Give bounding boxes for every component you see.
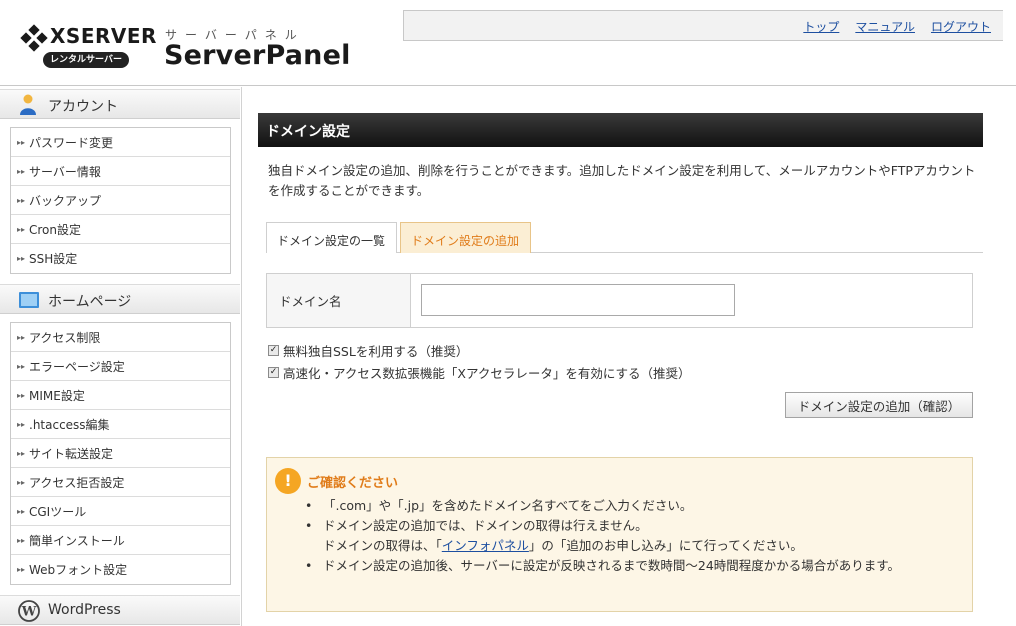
sidebar-item-ssh[interactable]: ▸▸ SSH設定 [11, 244, 230, 273]
tab-domain-list[interactable]: ドメイン設定の一覧 [266, 222, 397, 253]
xserver-diamond-icon [20, 24, 48, 52]
notice-item: ドメイン設定の追加後、サーバーに設定が反映されるまで数時間〜24時間程度かかる場… [303, 556, 963, 576]
sidebar-list-account: ▸▸ パスワード変更 ▸▸ サーバー情報 ▸▸ バックアップ ▸▸ Cron設定 ▸▸ S… [10, 127, 231, 274]
sidebar-list-homepage: ▸▸ アクセス制限 ▸▸ エラーページ設定 ▸▸ MIME設定 ▸▸ .htaccess… [10, 322, 231, 585]
ssl-checkbox[interactable]: ✓ [268, 345, 279, 356]
sidebar-item-access-limit[interactable]: ▸▸ アクセス制限 [11, 323, 230, 352]
sidebar-item-easy-install[interactable]: ▸▸ 簡単インストール [11, 526, 230, 555]
xserver-logo[interactable]: XSERVER レンタルサーバー [20, 24, 156, 70]
notice-title: ご確認ください [307, 475, 399, 491]
sidebar-section-account[interactable]: アカウント [0, 89, 240, 119]
arrow-icon: ▸▸ [17, 535, 26, 545]
notice-box: ! ご確認ください 「.com」や「.jp」を含めたドメイン名すべてをご入力くだ… [266, 457, 973, 612]
top-link-logout[interactable]: ログアウト [931, 18, 991, 35]
sidebar-item-webfont[interactable]: ▸▸ Webフォント設定 [11, 555, 230, 584]
arrow-icon: ▸▸ [17, 419, 26, 429]
header: XSERVER レンタルサーバー サーバーパネル ServerPanel トップ… [0, 0, 1016, 86]
domain-name-input[interactable] [421, 284, 735, 316]
serverpanel-title: ServerPanel [164, 40, 351, 71]
sidebar-section-homepage[interactable]: ホームページ [0, 284, 240, 314]
tab-domain-add[interactable]: ドメイン設定の追加 [400, 222, 531, 253]
xaccelerator-checkbox-row[interactable]: ✓ 高速化・アクセス数拡張機能「Xアクセラレータ」を有効にする（推奨） [268, 363, 690, 382]
xaccelerator-checkbox-label: 高速化・アクセス数拡張機能「Xアクセラレータ」を有効にする（推奨） [283, 366, 691, 381]
arrow-icon: ▸▸ [17, 332, 26, 342]
sidebar-item-cron[interactable]: ▸▸ Cron設定 [11, 215, 230, 244]
tab-bar: ドメイン設定の一覧 ドメイン設定の追加 [266, 222, 983, 253]
top-link-top[interactable]: トップ [803, 18, 839, 35]
page-description: 独自ドメイン設定の追加、削除を行うことができます。追加したドメイン設定を利用して… [268, 163, 976, 198]
sidebar-item-mime[interactable]: ▸▸ MIME設定 [11, 381, 230, 410]
arrow-icon: ▸▸ [17, 361, 26, 371]
domain-form: ドメイン名 [266, 273, 973, 328]
sidebar-item-server-info[interactable]: ▸▸ サーバー情報 [11, 157, 230, 186]
arrow-icon: ▸▸ [17, 195, 26, 205]
top-links: トップ マニュアル ログアウト [803, 18, 991, 35]
sidebar-item-htaccess[interactable]: ▸▸ .htaccess編集 [11, 410, 230, 439]
notice-item: 「.com」や「.jp」を含めたドメイン名すべてをご入力ください。 [303, 496, 963, 516]
add-domain-confirm-button[interactable]: ドメイン設定の追加（確認） [785, 392, 973, 418]
sidebar-section-wordpress[interactable]: W WordPress [0, 595, 240, 625]
sidebar-item-cgi[interactable]: ▸▸ CGIツール [11, 497, 230, 526]
arrow-icon: ▸▸ [17, 565, 26, 574]
exclamation-icon: ! [275, 468, 301, 494]
notice-item: ドメイン設定の追加では、ドメインの取得は行えません。ドメインの取得は、「インフォ… [303, 516, 963, 556]
arrow-icon: ▸▸ [17, 137, 26, 147]
ssl-checkbox-label: 無料独自SSLを利用する（推奨） [283, 344, 469, 359]
page-title: ドメイン設定 [258, 113, 983, 147]
top-nav-bar: トップ マニュアル ログアウト [403, 10, 1003, 41]
brand-name: XSERVER [50, 24, 157, 48]
arrow-icon: ▸▸ [17, 166, 26, 176]
arrow-icon: ▸▸ [17, 506, 26, 516]
sidebar-item-redirect[interactable]: ▸▸ サイト転送設定 [11, 439, 230, 468]
arrow-icon: ▸▸ [17, 477, 26, 487]
logo-area: XSERVER レンタルサーバー サーバーパネル ServerPanel [0, 0, 403, 86]
sidebar-item-access-deny[interactable]: ▸▸ アクセス拒否設定 [11, 468, 230, 497]
person-icon [18, 94, 38, 116]
svg-text:W: W [21, 605, 37, 620]
sidebar-item-backup[interactable]: ▸▸ バックアップ [11, 186, 230, 215]
ssl-checkbox-row[interactable]: ✓ 無料独自SSLを利用する（推奨） [268, 341, 468, 360]
sidebar-section-label: ホームページ [48, 294, 132, 310]
notice-header: ! ご確認ください [275, 468, 398, 494]
infopanel-link[interactable]: インフォパネル [442, 538, 529, 553]
sidebar-section-label: WordPress [48, 602, 121, 618]
sidebar-item-password[interactable]: ▸▸ パスワード変更 [11, 128, 230, 157]
arrow-icon: ▸▸ [17, 448, 26, 458]
domain-name-label: ドメイン名 [267, 274, 411, 327]
sidebar-item-error-page[interactable]: ▸▸ エラーページ設定 [11, 352, 230, 381]
brand-sub: レンタルサーバー [43, 52, 129, 68]
arrow-icon: ▸▸ [17, 224, 26, 234]
sidebar-section-label: アカウント [48, 99, 118, 115]
arrow-icon: ▸▸ [17, 254, 26, 263]
arrow-icon: ▸▸ [17, 390, 26, 400]
wordpress-icon: W [18, 600, 40, 622]
monitor-icon [18, 289, 39, 311]
notice-list: 「.com」や「.jp」を含めたドメイン名すべてをご入力ください。 ドメイン設定… [303, 496, 963, 576]
sidebar: アカウント ▸▸ パスワード変更 ▸▸ サーバー情報 ▸▸ バックアップ ▸▸ Cron… [0, 87, 242, 626]
top-link-manual[interactable]: マニュアル [855, 18, 915, 35]
xaccelerator-checkbox[interactable]: ✓ [268, 367, 279, 378]
